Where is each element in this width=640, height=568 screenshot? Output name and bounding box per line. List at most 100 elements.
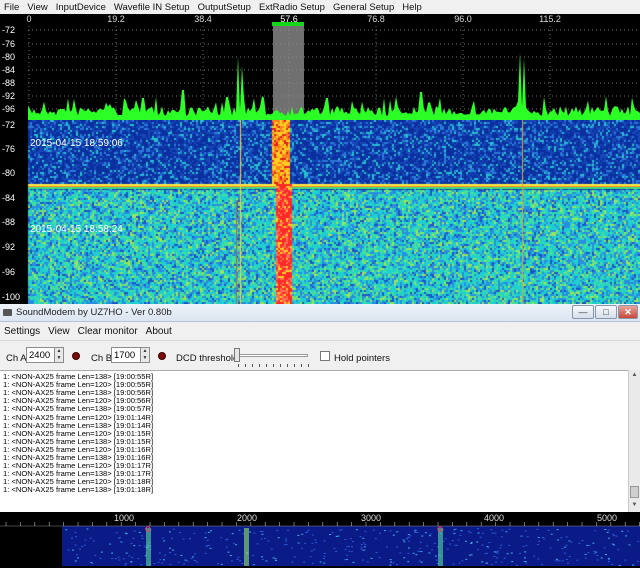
- waterfall-noise: [234, 544, 237, 546]
- waterfall-noise: [542, 537, 544, 538]
- waterfall-noise: [111, 558, 114, 560]
- waterfall-noise: [494, 551, 497, 553]
- menu-output-setup[interactable]: OutputSetup: [198, 2, 251, 13]
- menu-view[interactable]: View: [27, 2, 47, 13]
- waterfall-noise: [210, 530, 212, 532]
- waterfall-noise: [260, 538, 263, 540]
- freq-tick: 76.8: [367, 14, 385, 24]
- db-label: -84: [2, 65, 16, 75]
- waterfall-noise: [130, 562, 133, 564]
- waterfall-noise: [141, 538, 144, 540]
- slider-thumb[interactable]: [234, 348, 240, 362]
- waterfall-display[interactable]: -72 -76 -80 -84 -88 -92 -96 -100 2015-04…: [0, 120, 640, 304]
- waterfall-noise: [396, 564, 399, 565]
- waterfall-noise: [637, 560, 639, 562]
- waterfall-noise: [265, 560, 268, 562]
- menu-view[interactable]: View: [48, 326, 70, 337]
- waterfall-noise: [131, 557, 134, 559]
- soundmodem-titlebar[interactable]: SoundModem by UZ7HO - Ver 0.80b — □ ✕: [0, 304, 640, 322]
- waterfall-noise: [392, 534, 395, 536]
- waterfall-noise: [291, 561, 294, 563]
- waterfall-noise: [311, 542, 314, 544]
- waterfall-noise: [584, 553, 587, 555]
- menu-input-device[interactable]: InputDevice: [56, 2, 106, 13]
- waterfall-tick-label: 4000: [484, 513, 504, 523]
- waterfall-noise: [612, 543, 615, 545]
- waterfall-noise: [637, 540, 640, 542]
- menu-general-setup[interactable]: General Setup: [333, 2, 394, 13]
- waterfall-noise: [500, 561, 503, 563]
- waterfall-noise: [301, 533, 304, 535]
- waterfall-noise: [465, 558, 468, 560]
- waterfall-noise: [89, 537, 92, 539]
- waterfall-noise: [138, 545, 141, 547]
- waterfall-noise: [220, 563, 223, 565]
- menu-wavefile-setup[interactable]: Wavefile IN Setup: [114, 2, 190, 13]
- waterfall-noise: [564, 552, 566, 554]
- waterfall-noise: [348, 550, 351, 552]
- waterfall-noise: [118, 559, 121, 561]
- waterfall-noise: [416, 532, 419, 533]
- minimize-button[interactable]: —: [572, 305, 594, 319]
- waterfall-noise: [453, 529, 456, 531]
- waterfall-noise: [403, 541, 406, 543]
- waterfall-noise: [449, 543, 451, 545]
- waterfall-signal: [438, 528, 443, 566]
- waterfall-noise: [581, 540, 584, 542]
- waterfall-noise: [451, 540, 454, 542]
- frequency-scale[interactable]: 0 19.2 38.4 57.6 76.8 96.0 115.2: [0, 14, 640, 26]
- waterfall-noise: [506, 553, 509, 555]
- menu-clear-monitor[interactable]: Clear monitor: [78, 326, 138, 337]
- maximize-button[interactable]: □: [595, 305, 617, 319]
- scroll-up-icon[interactable]: ▲: [630, 371, 639, 380]
- dcd-threshold-slider[interactable]: [232, 347, 312, 369]
- waterfall-tick-label: 2000: [237, 513, 257, 523]
- menu-file[interactable]: File: [4, 2, 19, 13]
- menu-extradio-setup[interactable]: ExtRadio Setup: [259, 2, 325, 13]
- waterfall-noise: [74, 544, 77, 546]
- waterfall-noise: [362, 542, 365, 544]
- waterfall-noise: [435, 559, 438, 561]
- waterfall-noise: [274, 558, 277, 560]
- waterfall-noise: [283, 544, 286, 546]
- waterfall-noise: [479, 536, 482, 538]
- waterfall-noise: [360, 546, 363, 548]
- waterfall-noise: [169, 547, 171, 549]
- waterfall-noise: [340, 529, 343, 531]
- waterfall-noise: [418, 550, 421, 552]
- close-button[interactable]: ✕: [618, 305, 638, 319]
- waterfall-signal: [244, 528, 249, 566]
- waterfall-noise: [130, 542, 133, 544]
- waterfall-noise: [524, 551, 527, 553]
- cha-spin-arrows[interactable]: ▲ ▼: [54, 347, 64, 363]
- waterfall-noise: [74, 531, 77, 533]
- waterfall-noise: [161, 562, 164, 564]
- waterfall-noise: [115, 532, 118, 534]
- waterfall-noise: [520, 535, 523, 537]
- waterfall-noise: [592, 542, 595, 544]
- waterfall-noise: [457, 539, 460, 541]
- waterfall-noise: [408, 547, 410, 549]
- monitor-log[interactable]: 1: <NON-AX25 frame Len=138> [19:00:55R] 1…: [0, 370, 628, 512]
- spectrum-display[interactable]: -72 -76 -80 -84 -88 -92 -96: [0, 25, 640, 120]
- menu-about[interactable]: About: [146, 326, 172, 337]
- waterfall-noise: [570, 541, 573, 543]
- scroll-thumb[interactable]: [630, 486, 639, 498]
- waterfall-noise: [364, 544, 367, 546]
- waterfall-timestamp: 2015-04-15 18:58:24: [30, 224, 123, 235]
- waterfall-noise: [79, 548, 81, 550]
- scroll-down-icon[interactable]: ▼: [630, 501, 639, 510]
- hold-pointers-checkbox[interactable]: [320, 351, 330, 361]
- chb-spin-arrows[interactable]: ▲ ▼: [140, 347, 150, 363]
- waterfall-noise: [111, 552, 114, 554]
- soundmodem-waterfall[interactable]: 1000 2000 3000 4000 5000: [0, 512, 640, 568]
- menu-settings[interactable]: Settings: [4, 326, 40, 337]
- menu-help[interactable]: Help: [402, 2, 422, 13]
- waterfall-noise: [130, 561, 133, 563]
- waterfall-noise: [487, 547, 490, 549]
- waterfall-noise: [227, 551, 230, 553]
- monitor-scrollbar[interactable]: ▲ ▼: [628, 370, 640, 512]
- waterfall-noise: [225, 546, 228, 548]
- waterfall-noise: [163, 540, 166, 542]
- waterfall-noise: [362, 537, 365, 539]
